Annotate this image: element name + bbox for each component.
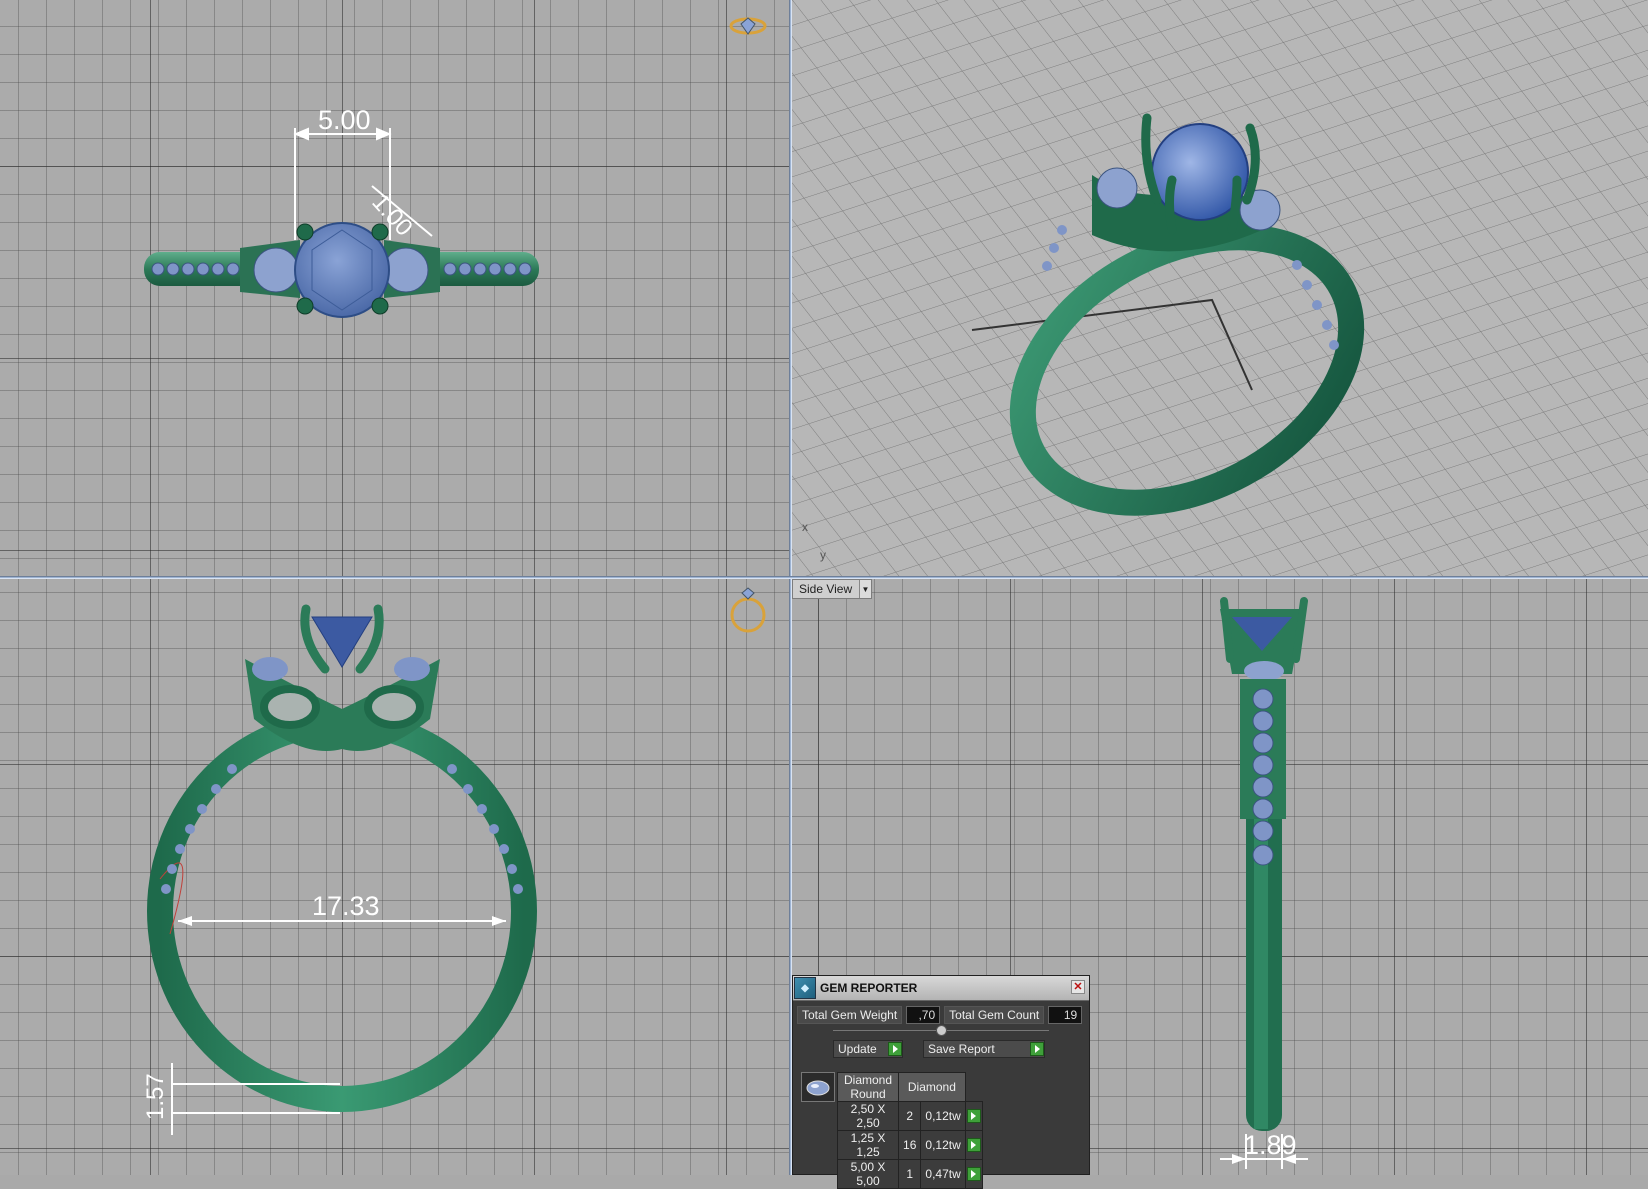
total-gem-weight-label: Total Gem Weight [797,1006,903,1024]
total-gem-weight-field[interactable]: ,70 [906,1006,941,1024]
row-select-button[interactable] [964,1159,983,1189]
gem-count-cell: 16 [898,1130,922,1160]
save-report-button[interactable]: Save Report [923,1040,1045,1058]
gem-size-cell: 5,00 X 5,00 [836,1159,900,1189]
inner-diameter-dimension: 17.33 [312,891,380,921]
close-icon[interactable]: ✕ [1071,980,1085,994]
actions-row: Update Save Report [833,1040,1045,1058]
front-view-viewport[interactable]: 17.33 1.57 [0,579,789,1175]
top-view-viewport[interactable]: 5.00 1.00 [0,0,789,576]
front-view-model [147,587,766,1135]
row-select-button[interactable] [964,1101,983,1131]
axis-x-label: x [802,520,808,534]
table-row[interactable]: 1,25 X 1,25 16 0,12tw [836,1130,983,1160]
perspective-viewport[interactable]: x y [792,0,1648,576]
play-icon [966,1138,981,1152]
total-gem-count-field[interactable]: 19 [1048,1006,1083,1024]
axis-y-label: y [820,548,826,562]
gem-weight-cell: 0,47tw [920,1159,966,1189]
gem-size-cell: 2,50 X 2,50 [836,1101,900,1131]
view-orientation-icon [729,17,767,35]
gem-reporter-title: GEM REPORTER [820,981,918,995]
update-button-label: Update [838,1042,877,1056]
gem-weight-cell: 0,12tw [920,1101,966,1131]
perspective-model [792,0,1648,576]
gem-weight-cell: 0,12tw [920,1130,966,1160]
total-gem-count-label: Total Gem Count [944,1006,1045,1024]
row-select-button[interactable] [964,1130,983,1160]
table-row[interactable]: 2,50 X 2,50 2 0,12tw [836,1101,983,1131]
gem-reporter-icon: ◆ [794,977,816,999]
play-icon [1030,1042,1044,1056]
table-header-shape: Diamond Round [836,1072,900,1102]
top-width-dimension: 5.00 [318,105,371,135]
viewport-divider-horizontal[interactable] [0,576,1648,579]
totals-row: Total Gem Weight ,70 Total Gem Count 19 [797,1004,1085,1026]
table-header-material: Diamond [898,1072,966,1102]
play-icon [966,1167,981,1181]
view-orientation-icon [730,587,766,633]
collapse-knob[interactable] [936,1025,947,1036]
gem-table: Diamond Round Diamond 2,50 X 2,50 2 0,12… [836,1072,983,1189]
gem-thumbnail[interactable] [801,1072,835,1102]
gem-reporter-panel: ◆ GEM REPORTER ✕ Total Gem Weight ,70 To… [792,975,1090,1189]
gem-count-cell: 1 [898,1159,922,1189]
save-report-button-label: Save Report [928,1042,995,1056]
band-thickness-dimension: 1.57 [142,1073,169,1120]
top-view-model [144,17,767,318]
gem-size-cell: 1,25 X 1,25 [836,1130,900,1160]
gem-reporter-titlebar[interactable]: ◆ GEM REPORTER ✕ [793,976,1089,1001]
play-icon [966,1109,981,1123]
update-button[interactable]: Update [833,1040,903,1058]
play-icon [888,1042,902,1056]
table-row[interactable]: 5,00 X 5,00 1 0,47tw [836,1159,983,1189]
gem-count-cell: 2 [898,1101,922,1131]
band-width-dimension: 1.89 [1244,1130,1297,1160]
